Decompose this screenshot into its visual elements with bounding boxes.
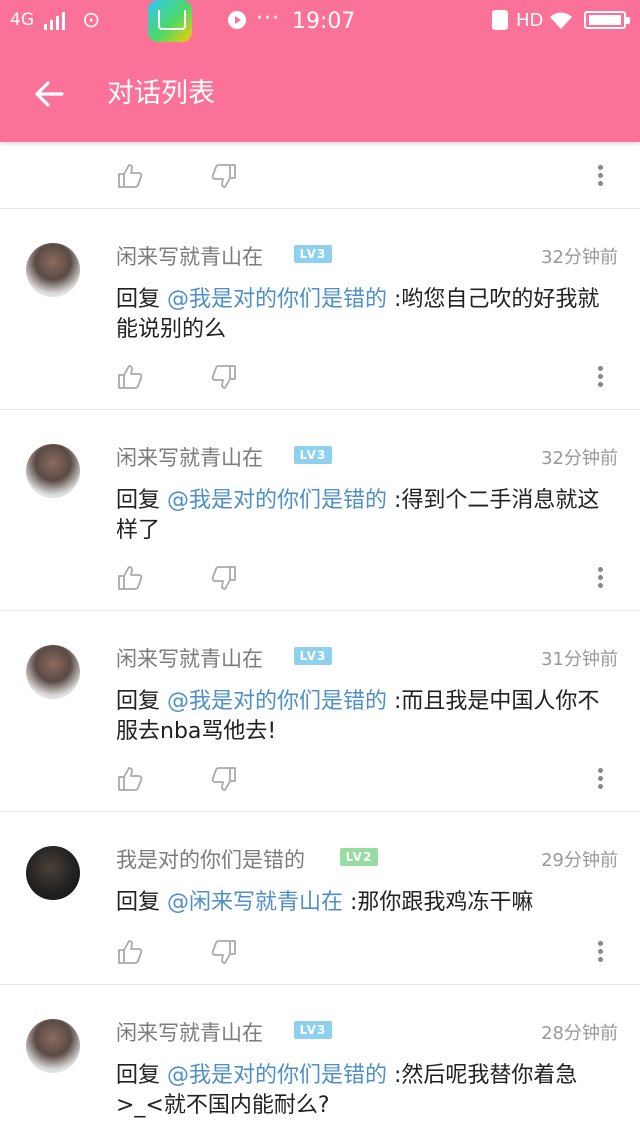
mention-link[interactable]: @我是对的你们是错的 bbox=[167, 689, 387, 714]
list-item: 闲来写就青山在 LV3 32分钟前 回复 @我是对的你们是错的 :得到个二手消息… bbox=[0, 410, 640, 611]
level-badge: LV3 bbox=[294, 1021, 332, 1039]
thumbs-down-icon[interactable] bbox=[210, 765, 238, 793]
app-store-icon bbox=[148, 0, 192, 42]
list-item: 闲来写就青山在 LV3 28分钟前 回复 @我是对的你们是错的 :然后呢我替你着… bbox=[0, 985, 640, 1141]
reply-prefix: 回复 bbox=[116, 1063, 167, 1088]
page-title: 对话列表 bbox=[107, 78, 215, 109]
mention-link[interactable]: @闲来写就青山在 bbox=[167, 890, 343, 915]
avatar[interactable] bbox=[26, 444, 80, 498]
thumbs-up-icon[interactable] bbox=[116, 162, 144, 190]
hd-label: HD bbox=[516, 10, 544, 31]
list-item: 闲来写就青山在 LV3 31分钟前 回复 @我是对的你们是错的 :而且我是中国人… bbox=[0, 611, 640, 812]
level-badge: LV3 bbox=[294, 446, 332, 464]
thumbs-up-icon[interactable] bbox=[116, 765, 144, 793]
mention-link[interactable]: @我是对的你们是错的 bbox=[167, 488, 387, 513]
list-item bbox=[0, 142, 640, 209]
thumbs-down-icon[interactable] bbox=[210, 564, 238, 592]
list-item: 我是对的你们是错的 LV2 29分钟前 回复 @闲来写就青山在 :那你跟我鸡冻干… bbox=[0, 812, 640, 985]
more-options-icon[interactable] bbox=[593, 363, 607, 391]
level-badge: LV3 bbox=[294, 245, 332, 263]
avatar[interactable] bbox=[26, 243, 80, 297]
signal-icon bbox=[44, 12, 65, 30]
clock: 19:07 bbox=[292, 9, 356, 34]
username[interactable]: 我是对的你们是错的 bbox=[116, 844, 305, 874]
thumbs-down-icon[interactable] bbox=[210, 363, 238, 391]
weibo-icon: ⊙ bbox=[82, 8, 101, 33]
comment-text: 回复 @我是对的你们是错的 :然后呢我替你着急>_<就不国内能耐么? bbox=[116, 1061, 616, 1121]
username[interactable]: 闲来写就青山在 bbox=[116, 1017, 263, 1047]
reply-prefix: 回复 bbox=[116, 689, 167, 714]
reply-prefix: 回复 bbox=[116, 488, 167, 513]
thumbs-up-icon[interactable] bbox=[116, 363, 144, 391]
username[interactable]: 闲来写就青山在 bbox=[116, 643, 263, 673]
level-badge: LV3 bbox=[294, 647, 332, 665]
avatar[interactable] bbox=[26, 1019, 80, 1073]
thumbs-down-icon[interactable] bbox=[210, 162, 238, 190]
comment-text: 回复 @我是对的你们是错的 :得到个二手消息就这样了 bbox=[116, 486, 616, 546]
avatar[interactable] bbox=[26, 645, 80, 699]
reply-prefix: 回复 bbox=[116, 287, 167, 312]
list-item: 闲来写就青山在 LV3 32分钟前 回复 @我是对的你们是错的 :哟您自己吹的好… bbox=[0, 209, 640, 410]
network-label: 4G bbox=[10, 10, 34, 30]
comment-text: 回复 @我是对的你们是错的 :而且我是中国人你不服去nba骂他去! bbox=[116, 687, 616, 747]
comment-text: 回复 @闲来写就青山在 :那你跟我鸡冻干嘛 bbox=[116, 888, 616, 918]
username[interactable]: 闲来写就青山在 bbox=[116, 442, 263, 472]
reply-prefix: 回复 bbox=[116, 890, 167, 915]
flash-icon bbox=[492, 10, 508, 30]
timestamp: 31分钟前 bbox=[541, 649, 618, 670]
more-options-icon[interactable] bbox=[593, 564, 607, 592]
battery-icon bbox=[584, 11, 630, 29]
more-options-icon[interactable] bbox=[593, 765, 607, 793]
record-icon bbox=[228, 11, 246, 29]
wifi-icon bbox=[550, 12, 572, 29]
thumbs-down-icon[interactable] bbox=[210, 938, 238, 966]
timestamp: 32分钟前 bbox=[541, 448, 618, 469]
more-options-icon[interactable] bbox=[593, 938, 607, 966]
message: :那你跟我鸡冻干嘛 bbox=[343, 890, 534, 915]
level-badge: LV2 bbox=[340, 848, 378, 866]
timestamp: 32分钟前 bbox=[541, 247, 618, 268]
more-options-icon[interactable] bbox=[593, 162, 607, 190]
conversation-list: 闲来写就青山在 LV3 32分钟前 回复 @我是对的你们是错的 :哟您自己吹的好… bbox=[0, 142, 640, 1141]
mention-link[interactable]: @我是对的你们是错的 bbox=[167, 1063, 387, 1088]
status-bar: 4G ⊙ ··· 19:07 HD bbox=[0, 0, 640, 44]
username[interactable]: 闲来写就青山在 bbox=[116, 241, 263, 271]
more-notifications-icon: ··· bbox=[256, 6, 280, 31]
mention-link[interactable]: @我是对的你们是错的 bbox=[167, 287, 387, 312]
avatar[interactable] bbox=[26, 846, 80, 900]
timestamp: 28分钟前 bbox=[541, 1023, 618, 1044]
timestamp: 29分钟前 bbox=[541, 850, 618, 871]
app-bar: 4G ⊙ ··· 19:07 HD 对话列表 bbox=[0, 0, 640, 142]
thumbs-up-icon[interactable] bbox=[116, 938, 144, 966]
back-arrow-icon[interactable] bbox=[30, 74, 70, 114]
thumbs-up-icon[interactable] bbox=[116, 564, 144, 592]
comment-text: 回复 @我是对的你们是错的 :哟您自己吹的好我就能说别的么 bbox=[116, 285, 616, 345]
